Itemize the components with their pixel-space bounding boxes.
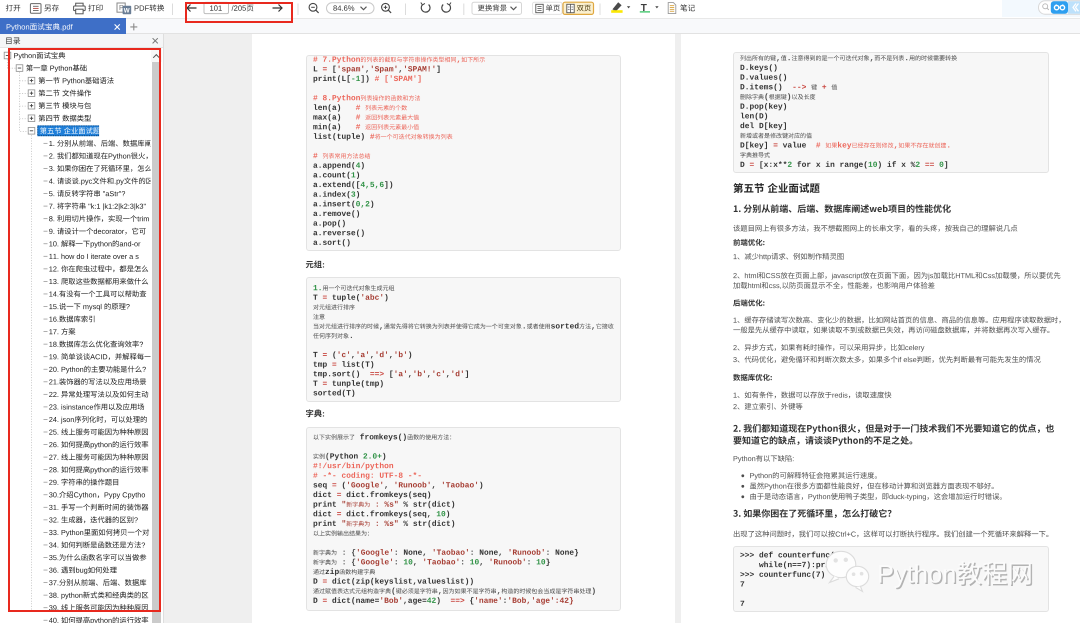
- svg-text:W: W: [124, 7, 130, 14]
